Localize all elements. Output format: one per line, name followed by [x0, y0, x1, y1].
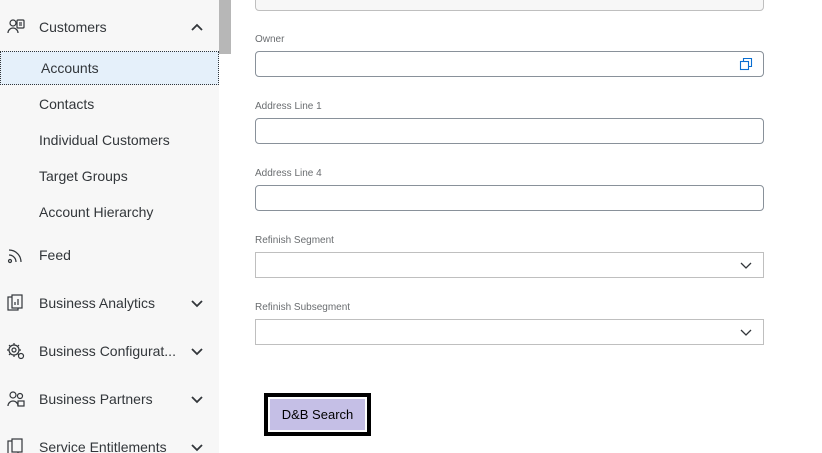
value-help-icon[interactable] [739, 57, 753, 71]
chevron-down-icon[interactable] [739, 258, 753, 272]
address-line-4-label: Address Line 4 [255, 168, 322, 179]
address-line-1-field[interactable] [255, 118, 764, 144]
sidebar-item-label: Account Hierarchy [39, 204, 154, 220]
service-entitlements-icon [6, 437, 26, 453]
address-line-4-field[interactable] [255, 185, 764, 211]
sidebar: Customers Accounts Contacts Individual C… [0, 0, 219, 453]
dnb-search-button-label: D&B Search [270, 399, 365, 430]
refinish-segment-label: Refinish Segment [255, 235, 334, 246]
sidebar-scrollbar[interactable] [219, 0, 231, 54]
sidebar-group-customers[interactable]: Customers [0, 5, 219, 49]
sidebar-item-label: Accounts [41, 60, 99, 76]
business-partners-icon [6, 389, 26, 409]
previous-field-input[interactable] [255, 0, 764, 11]
sidebar-item-label: Individual Customers [39, 132, 170, 148]
address-line-1-label: Address Line 1 [255, 101, 322, 112]
sidebar-item-individual-customers[interactable]: Individual Customers [0, 123, 219, 157]
customers-icon [6, 17, 26, 37]
chevron-up-icon[interactable] [189, 19, 205, 35]
sidebar-item-target-groups[interactable]: Target Groups [0, 159, 219, 193]
sidebar-group-business-analytics[interactable]: Business Analytics [0, 281, 219, 325]
sidebar-item-label: Contacts [39, 96, 95, 112]
chevron-down-icon[interactable] [189, 391, 205, 407]
sidebar-group-service-entitlements[interactable]: Service Entitlements [0, 425, 219, 453]
sidebar-item-account-hierarchy[interactable]: Account Hierarchy [0, 195, 219, 229]
sidebar-item-label: Target Groups [39, 168, 128, 184]
owner-label: Owner [255, 34, 285, 45]
chevron-down-icon[interactable] [189, 295, 205, 311]
sidebar-item-accounts[interactable]: Accounts [0, 51, 219, 85]
refinish-subsegment-label: Refinish Subsegment [255, 302, 351, 313]
refinish-subsegment-select[interactable] [255, 319, 764, 345]
sidebar-group-label: Feed [39, 247, 71, 263]
owner-field[interactable] [255, 51, 764, 77]
sidebar-group-label: Service Entitlements [39, 439, 167, 453]
sidebar-group-label: Business Configurat... [39, 343, 176, 359]
sidebar-group-label: Business Analytics [39, 295, 155, 311]
sidebar-item-contacts[interactable]: Contacts [0, 87, 219, 121]
sidebar-group-business-configuration[interactable]: Business Configurat... [0, 329, 219, 373]
chevron-down-icon[interactable] [189, 439, 205, 453]
refinish-segment-select[interactable] [255, 252, 764, 278]
chevron-down-icon[interactable] [189, 343, 205, 359]
sidebar-group-label: Customers [39, 19, 107, 35]
analytics-icon [6, 293, 26, 313]
sidebar-group-feed[interactable]: Feed [0, 233, 219, 277]
dnb-search-button[interactable]: D&B Search [264, 393, 371, 436]
chevron-down-icon[interactable] [739, 325, 753, 339]
sidebar-group-business-partners[interactable]: Business Partners [0, 377, 219, 421]
configuration-icon [6, 341, 26, 361]
sidebar-group-label: Business Partners [39, 391, 153, 407]
feed-icon [6, 245, 26, 265]
